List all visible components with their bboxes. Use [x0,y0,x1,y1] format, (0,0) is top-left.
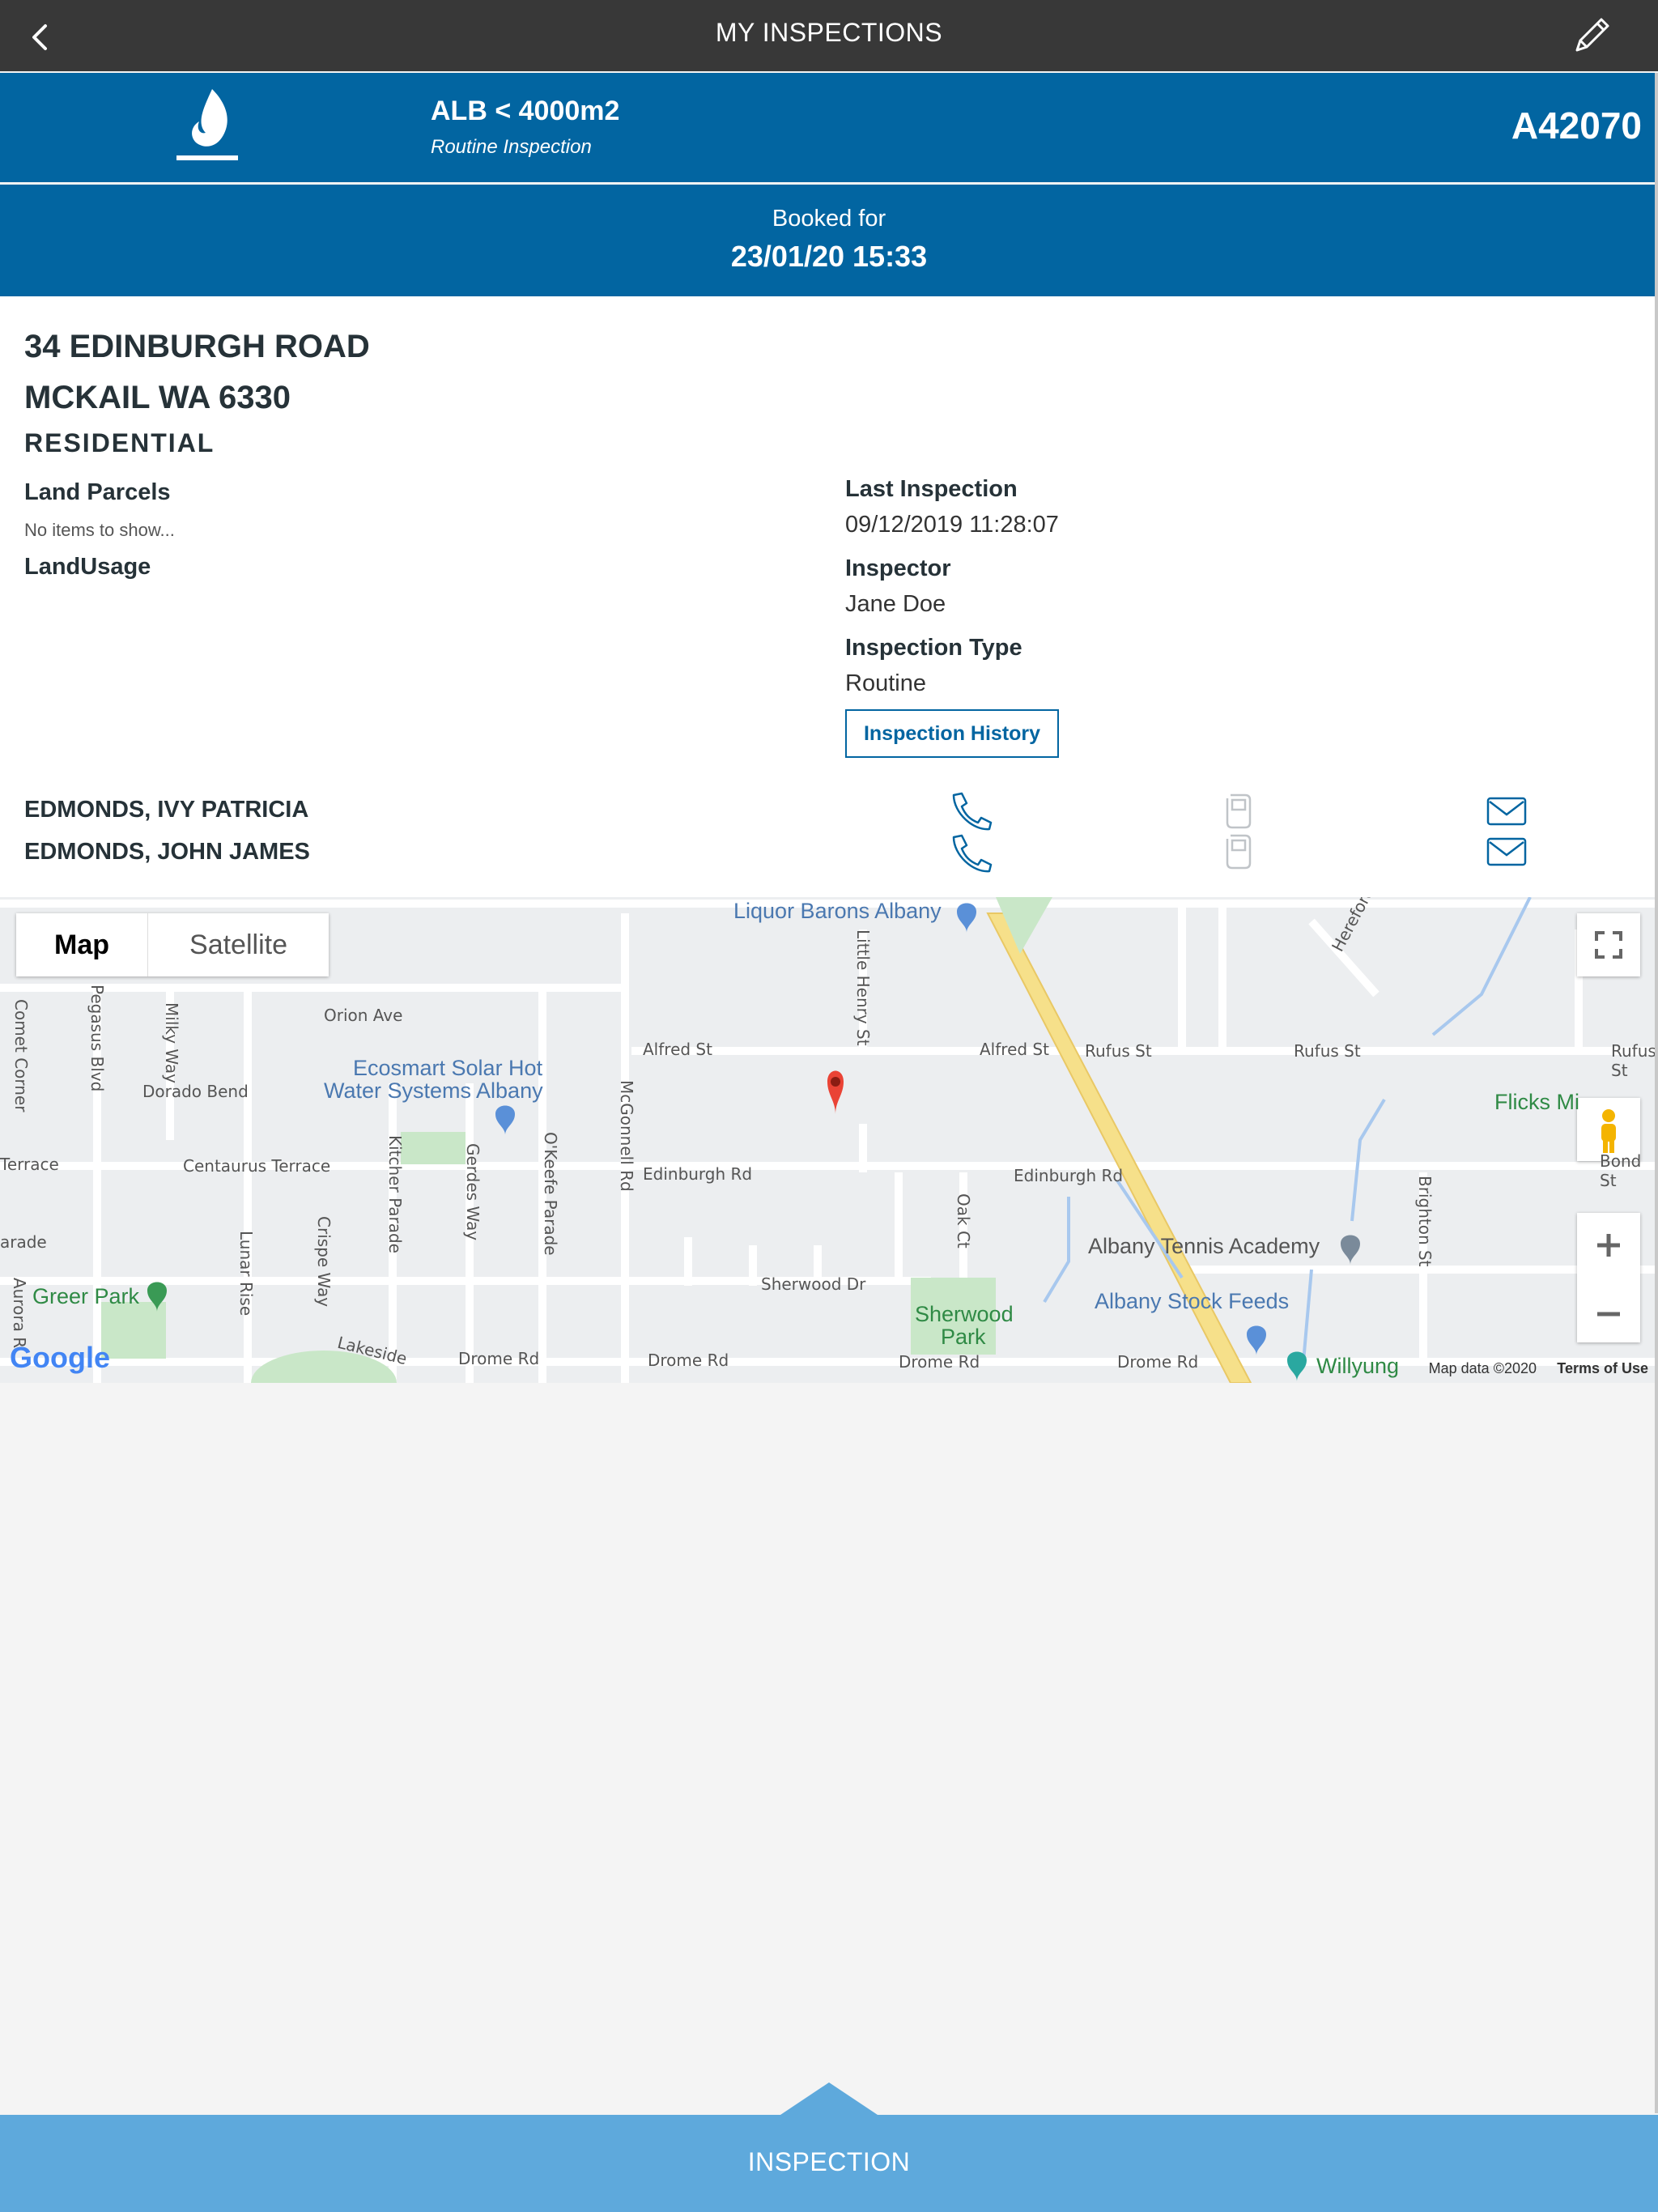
scrollbar[interactable] [1655,73,1658,2113]
booked-for-value: 23/01/20 15:33 [730,240,928,273]
address-line-2: MCKAIL WA 6330 [24,380,291,415]
satellite-view-button[interactable]: Satellite [147,913,329,976]
inspection-subtype: Routine Inspection [431,136,592,158]
street-label: Sherwood Dr [761,1274,866,1294]
map-view-button[interactable]: Map [16,913,147,976]
street-label: Rufus St [1085,1041,1152,1061]
poi-label: Water Systems Albany [324,1078,543,1103]
street-label: Lunar Rise [236,1231,256,1317]
last-inspection-label: Last Inspection [845,476,1018,502]
street-label: Rufus St [1611,1041,1656,1080]
street-label: Edinburgh Rd [1014,1166,1124,1185]
zoom-in-icon[interactable] [1577,1213,1640,1278]
email-icon[interactable] [1486,797,1527,826]
phone-icon[interactable] [949,832,993,873]
poi-label: Park [941,1325,986,1349]
street-label: Oak Ct [954,1193,973,1249]
top-nav-bar: MY INSPECTIONS [0,0,1658,71]
street-label: Drome Rd [1117,1352,1199,1372]
poi-label: Sherwood [915,1302,1014,1326]
street-label: Dorado Bend [142,1082,249,1101]
property-details: 34 EDINBURGH ROAD MCKAIL WA 6330 RESIDEN… [0,296,1658,897]
poi-label: Liquor Barons Albany [733,899,942,923]
street-label: Rufus St [1294,1041,1361,1061]
page-title: MY INSPECTIONS [715,18,943,47]
inspection-tab-label: INSPECTION [747,2147,911,2176]
phone-icon[interactable] [949,790,993,831]
street-label: Kitcher Parade [385,1135,405,1253]
tab-notch [780,2082,878,2115]
inspection-history-button[interactable]: Inspection History [845,709,1059,758]
land-usage-label: LandUsage [24,554,151,580]
google-logo-text: Google [10,1341,110,1374]
pencil-icon[interactable] [1569,13,1614,58]
zoom-controls [1577,1213,1640,1342]
contact-name-2: EDMONDS, JOHN JAMES [24,839,310,865]
street-label: Orion Ave [324,1006,403,1025]
street-label: Drome Rd [648,1351,729,1370]
inspection-type-label: Inspection Type [845,635,1022,661]
last-inspection-value: 09/12/2019 11:28:07 [845,512,1059,538]
land-parcels-empty: No items to show... [24,520,175,540]
fullscreen-button[interactable] [1577,913,1640,976]
poi-label: Flicks Mi [1494,1090,1579,1114]
map-type-toggle: Map Satellite [16,913,329,976]
street-label: Comet Corner [11,999,31,1112]
inspection-tab[interactable]: INSPECTION [0,2082,1658,2212]
email-icon[interactable] [1486,837,1527,866]
street-label: Pegasus Blvd [87,985,107,1092]
street-label: Alfred St [980,1040,1049,1059]
street-label: Brighton St [1415,1176,1435,1267]
street-label: arade [0,1232,47,1252]
poi-label: Albany Tennis Academy [1088,1234,1320,1258]
land-parcels-label: Land Parcels [24,479,171,505]
poi-label: Ecosmart Solar Hot [353,1056,543,1080]
street-label: Centaurus Terrace [183,1156,331,1176]
map-copyright: Map data ©2020 [1428,1360,1537,1376]
property-map[interactable]: Map Satellite Liquor Barons Albany Ecosm… [0,897,1658,1383]
street-label: Crispe Way [314,1216,334,1308]
street-label: Milky Way [162,1002,181,1084]
street-label: Aurora R [10,1278,29,1349]
map-terms-link[interactable]: Terms of Use [1557,1360,1648,1377]
street-label: Alfred St [643,1040,712,1059]
inspection-type-title: ALB < 4000m2 [431,96,620,126]
inspection-type-value: Routine [845,670,926,696]
booking-banner: Booked for 23/01/20 15:33 [0,185,1658,296]
street-label: Bond St [1600,1151,1642,1190]
street-label: Gerdes Way [463,1143,483,1241]
google-logo: Google [10,1341,110,1375]
poi-label: Greer Park [32,1284,140,1308]
mobile-phone-icon[interactable] [1224,832,1253,871]
mobile-phone-icon[interactable] [1224,792,1253,831]
zoom-out-icon[interactable] [1577,1282,1640,1346]
street-label: Little Henry St [853,929,873,1046]
booked-for-label: Booked for [772,206,886,232]
inspection-code: A42070 [1511,104,1642,147]
inspector-label: Inspector [845,555,951,581]
inspector-value: Jane Doe [845,591,946,617]
street-label: McGonnell Rd [617,1080,636,1192]
street-label: Edinburgh Rd [643,1164,753,1184]
flame-logo-icon [176,89,238,160]
street-label: Drome Rd [899,1352,980,1372]
street-label: Drome Rd [458,1349,540,1368]
poi-label: Albany Stock Feeds [1095,1289,1290,1313]
poi-label: Willyung [1316,1354,1400,1378]
contact-name-1: EDMONDS, IVY PATRICIA [24,797,309,823]
address-line-1: 34 EDINBURGH ROAD [24,329,370,364]
street-label: O'Keefe Parade [541,1132,560,1256]
inspection-header: ALB < 4000m2 Routine Inspection A42070 [0,73,1658,182]
street-label: Terrace [0,1155,59,1174]
property-category: RESIDENTIAL [24,428,215,457]
fullscreen-icon [1595,931,1622,959]
